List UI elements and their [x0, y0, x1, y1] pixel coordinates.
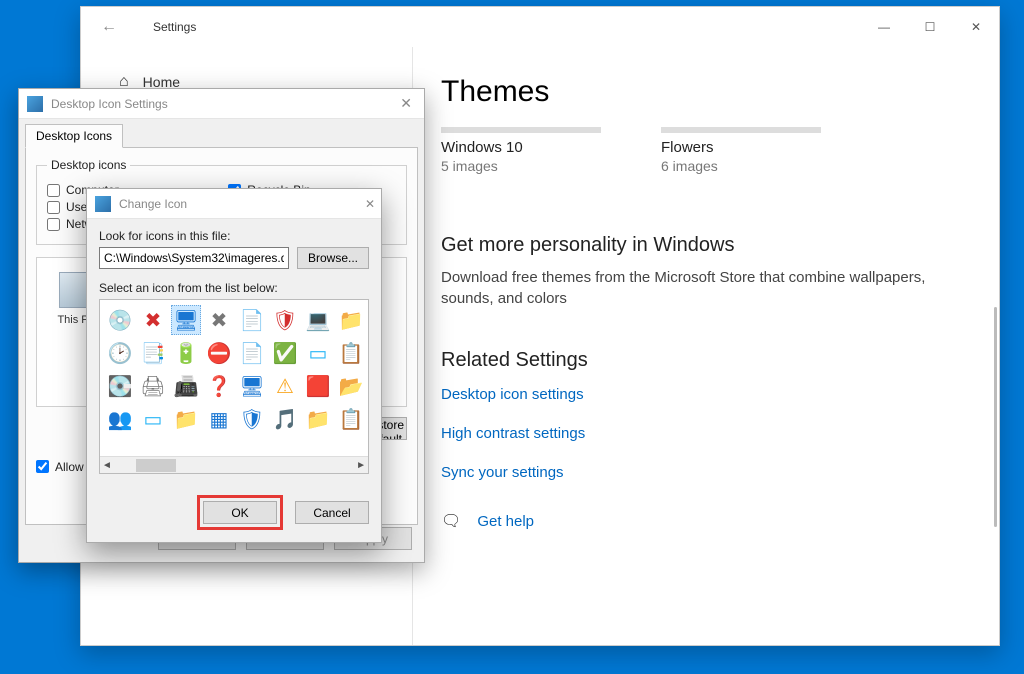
display-icon[interactable]: 🖥 — [237, 371, 267, 401]
close-button[interactable]: ✕ — [953, 7, 999, 47]
get-help-label: Get help — [477, 513, 534, 530]
link-desktop-icon-settings[interactable]: Desktop icon settings — [441, 386, 971, 403]
theme-count: 6 images — [661, 158, 821, 174]
theme-name: Windows 10 — [441, 139, 601, 156]
ci-ok-button[interactable]: OK — [203, 501, 277, 524]
dis-title: Desktop Icon Settings — [51, 97, 394, 111]
clipboard-icon[interactable]: 📋 — [336, 338, 366, 368]
minimize-button[interactable]: — — [861, 7, 907, 47]
personality-body: Download free themes from the Microsoft … — [441, 267, 971, 309]
settings-content: Themes Windows 10 5 images Flowers 6 ima… — [413, 47, 999, 645]
error-icon[interactable]: ⛔ — [204, 338, 234, 368]
x-icon[interactable]: ✖ — [138, 305, 168, 335]
page-icon[interactable]: 📑 — [138, 338, 168, 368]
help-icon: 🗨 — [441, 511, 461, 531]
link-sync-your-settings[interactable]: Sync your settings — [441, 464, 971, 481]
link-high-contrast-settings[interactable]: High contrast settings — [441, 425, 971, 442]
ci-titlebar: Change Icon ✕ — [87, 189, 381, 219]
look-for-icons-label: Look for icons in this file: — [99, 229, 369, 243]
settings-app-title: Settings — [153, 20, 861, 34]
browse-button[interactable]: Browse... — [297, 247, 369, 269]
select-icon-label: Select an icon from the list below: — [99, 281, 369, 295]
theme-item[interactable]: Flowers 6 images — [661, 127, 821, 174]
drive-icon[interactable]: 💽 — [105, 371, 135, 401]
theme-name: Flowers — [661, 139, 821, 156]
change-icon-dialog: Change Icon ✕ Look for icons in this fil… — [86, 188, 382, 543]
back-icon[interactable]: ← — [101, 18, 125, 36]
theme-item[interactable]: Windows 10 5 images — [441, 127, 601, 174]
help-icon[interactable]: ❓ — [204, 371, 234, 401]
scroll-right-icon[interactable]: ► — [356, 460, 366, 471]
list-icon[interactable]: 📋 — [336, 404, 366, 434]
ci-cancel-button[interactable]: Cancel — [295, 501, 369, 524]
document-icon[interactable]: 📄 — [237, 305, 267, 335]
icon-list[interactable]: 💿 ✖ 🖥 ✖ 📄 🛡 💻 📁 🕑 📑 🔋 ⛔ 📄 ✅ ▭ 📋 💽 🖨 📠 — [99, 299, 369, 474]
ok-highlight: OK — [197, 495, 283, 530]
scroll-left-icon[interactable]: ◄ — [102, 460, 112, 471]
theme-thumbnail — [441, 127, 601, 133]
personality-heading: Get more personality in Windows — [441, 234, 971, 257]
icon-file-path-input[interactable] — [99, 247, 289, 269]
maximize-button[interactable]: ☐ — [907, 7, 953, 47]
dis-titlebar: Desktop Icon Settings ✕ — [19, 89, 424, 119]
shield-check-icon[interactable]: ✅ — [270, 338, 300, 368]
close-icon[interactable]: ✕ — [365, 197, 375, 211]
settings-titlebar: ← Settings — ☐ ✕ — [81, 7, 999, 47]
monitor-icon[interactable]: 🖥 — [171, 305, 201, 335]
dis-tabstrip: Desktop Icons — [19, 119, 424, 147]
ci-title: Change Icon — [119, 197, 365, 211]
run-icon[interactable]: ▦ — [204, 404, 234, 434]
shield-x-icon[interactable]: 🛡 — [270, 305, 300, 335]
close-icon[interactable]: ✕ — [394, 95, 418, 112]
folder-blue-icon[interactable]: 📁 — [171, 404, 201, 434]
x-gray-icon[interactable]: ✖ — [204, 305, 234, 335]
folder-open-icon[interactable]: 📂 — [336, 371, 366, 401]
folder-icon[interactable]: 📁 — [336, 305, 366, 335]
scrollbar[interactable] — [994, 307, 997, 527]
shield-warn-icon[interactable]: ⚠ — [270, 371, 300, 401]
horizontal-scrollbar[interactable]: ◄ ► — [100, 456, 368, 473]
blocks-icon[interactable]: 🟥 — [303, 371, 333, 401]
panel-icon[interactable]: ▭ — [138, 404, 168, 434]
theme-count: 5 images — [441, 158, 601, 174]
dialog-icon — [95, 196, 111, 212]
window-icon[interactable]: ▭ — [303, 338, 333, 368]
shield-blue-icon[interactable]: 🛡 — [237, 404, 267, 434]
theme-thumbnail — [661, 127, 821, 133]
battery-icon[interactable]: 🔋 — [171, 338, 201, 368]
users-icon[interactable]: 👥 — [105, 404, 135, 434]
text-doc-icon[interactable]: 📄 — [237, 338, 267, 368]
scroll-thumb[interactable] — [136, 459, 176, 472]
clock-icon[interactable]: 🕑 — [105, 338, 135, 368]
desktop-icons-group-label: Desktop icons — [47, 158, 130, 172]
dialog-icon — [27, 96, 43, 112]
scanner-icon[interactable]: 📠 — [171, 371, 201, 401]
tab-desktop-icons[interactable]: Desktop Icons — [25, 124, 123, 148]
music-icon[interactable]: 🎵 — [270, 404, 300, 434]
printer-icon[interactable]: 🖨 — [138, 371, 168, 401]
page-title: Themes — [441, 75, 971, 109]
folder-yel-icon[interactable]: 📁 — [303, 404, 333, 434]
get-help-link[interactable]: 🗨 Get help — [441, 511, 971, 531]
related-heading: Related Settings — [441, 349, 971, 372]
disc-icon[interactable]: 💿 — [105, 305, 135, 335]
laptop-icon[interactable]: 💻 — [303, 305, 333, 335]
